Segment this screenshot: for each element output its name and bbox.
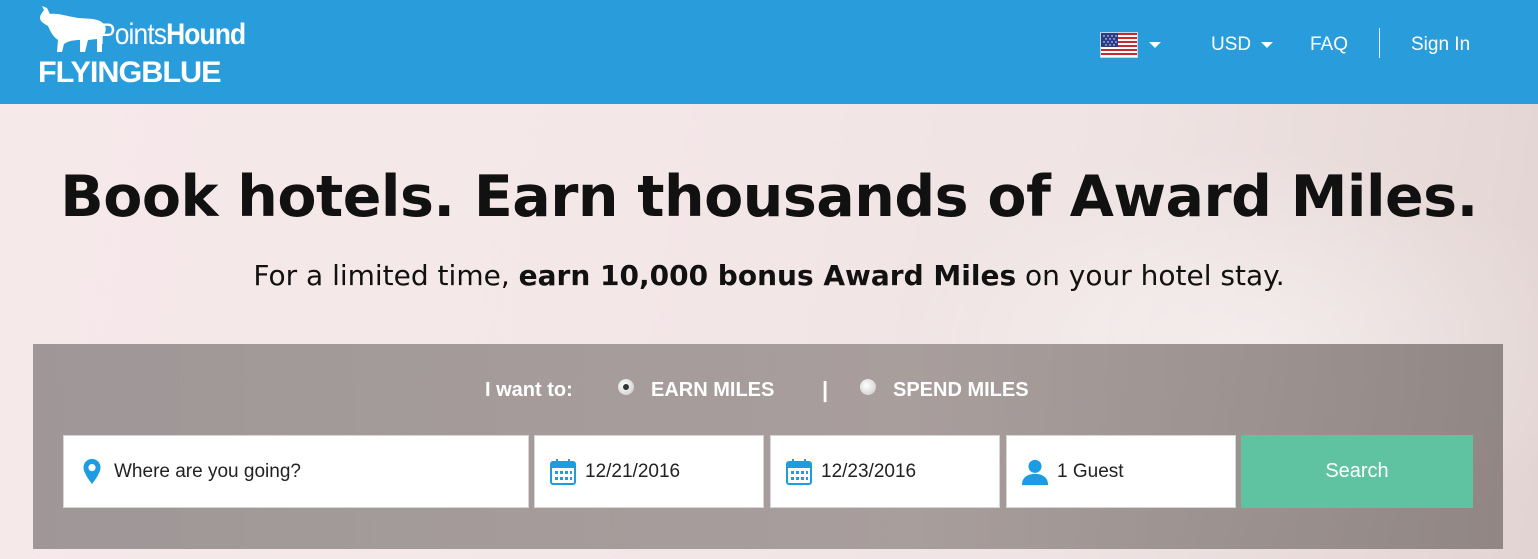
sign-in-link[interactable]: Sign In — [1411, 32, 1470, 58]
currency-selector[interactable]: USD — [1211, 32, 1274, 58]
search-button[interactable]: Search — [1241, 435, 1473, 508]
hero-headline: Book hotels. Earn thousands of Award Mil… — [60, 164, 1478, 230]
currency-label: USD — [1211, 34, 1252, 55]
hero-subheadline: For a limited time, earn 10,000 bonus Aw… — [253, 259, 1285, 292]
hero-section: Book hotels. Earn thousands of Award Mil… — [0, 104, 1538, 559]
nav-divider — [1379, 28, 1380, 58]
destination-field[interactable]: Where are you going? — [63, 435, 529, 508]
mode-prompt: I want to: — [485, 379, 573, 401]
guests-value[interactable]: 1 Guest — [1057, 461, 1124, 483]
check-out-field[interactable]: 12/23/2016 — [770, 435, 1000, 508]
faq-link[interactable]: FAQ — [1310, 32, 1348, 58]
map-pin-icon — [78, 458, 106, 486]
check-in-date[interactable]: 12/21/2016 — [585, 461, 680, 483]
flyingblue-wordmark: FLYINGBLUE — [38, 56, 222, 89]
earn-miles-radio[interactable] — [618, 379, 634, 395]
search-panel: I want to: EARN MILES | SPEND MILES Wher… — [33, 344, 1503, 549]
destination-input[interactable]: Where are you going? — [114, 461, 301, 483]
mode-separator: | — [822, 377, 829, 402]
check-out-date[interactable]: 12/23/2016 — [821, 461, 916, 483]
check-in-field[interactable]: 12/21/2016 — [534, 435, 764, 508]
calendar-icon — [549, 458, 577, 486]
top-nav-bar: PointsHound FLYINGBLUE USD FAQ Sign In — [0, 0, 1538, 104]
chevron-down-icon — [1261, 42, 1274, 48]
person-icon — [1021, 458, 1049, 486]
mode-selector: I want to: EARN MILES | SPEND MILES — [33, 376, 1503, 404]
locale-selector[interactable] — [1100, 32, 1161, 58]
guests-field[interactable]: 1 Guest — [1006, 435, 1236, 508]
spend-miles-radio[interactable] — [860, 379, 876, 395]
earn-miles-label[interactable]: EARN MILES — [651, 376, 774, 404]
chevron-down-icon — [1149, 42, 1161, 48]
spend-miles-label[interactable]: SPEND MILES — [893, 376, 1029, 404]
pointshound-wordmark: PointsHound — [98, 18, 246, 51]
us-flag-icon — [1100, 32, 1138, 58]
calendar-icon — [785, 458, 813, 486]
pointshound-flyingblue-logo[interactable]: PointsHound FLYINGBLUE — [38, 4, 248, 94]
